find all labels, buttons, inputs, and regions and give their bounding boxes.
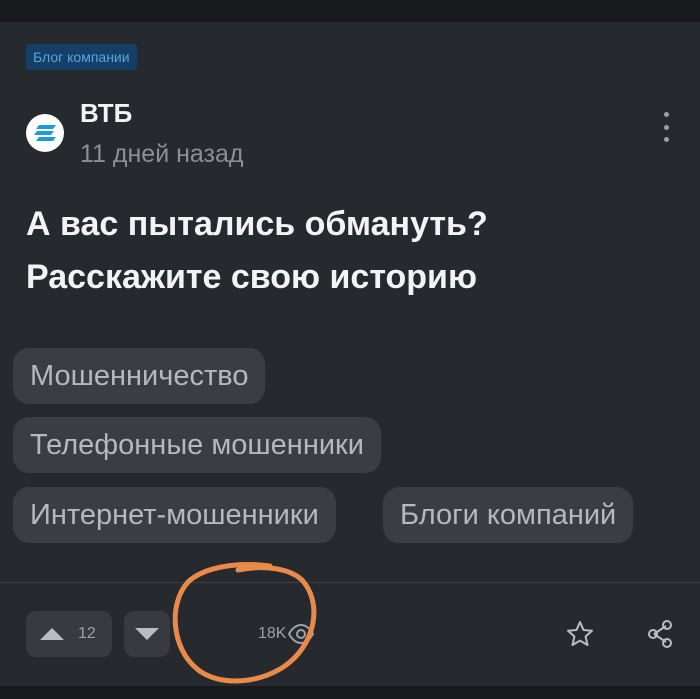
more-vertical-icon	[663, 112, 669, 117]
post-time: 11 дней назад	[80, 140, 244, 168]
star-icon	[567, 621, 593, 646]
save-button[interactable]	[564, 618, 596, 650]
views-counter: 18K	[258, 622, 315, 646]
upvote-count: 12	[78, 625, 96, 642]
share-button[interactable]	[644, 618, 676, 650]
triangle-down-icon	[135, 628, 159, 640]
company-blog-badge[interactable]: Блог компании	[26, 44, 137, 70]
bottom-bar	[0, 686, 700, 699]
more-options-button[interactable]	[652, 112, 680, 142]
more-dot	[663, 137, 669, 142]
upvote-button[interactable]: 12	[26, 611, 112, 657]
share-icon	[648, 620, 672, 648]
downvote-button[interactable]	[124, 611, 170, 657]
eye-icon	[288, 624, 315, 644]
vtb-logo-icon	[34, 125, 56, 141]
tag-company-blogs[interactable]: Блоги компаний	[383, 487, 634, 543]
more-dot	[663, 124, 669, 130]
tag-internet-scammers[interactable]: Интернет-мошенники	[13, 487, 336, 543]
post-title-line-2: Расскажите свою историю	[26, 258, 477, 296]
tag-fraud[interactable]: Мошенничество	[13, 348, 266, 404]
top-bar	[0, 0, 700, 22]
post-title-line-1: А вас пытались обмануть?	[26, 205, 488, 243]
tag-phone-scammers[interactable]: Телефонные мошенники	[13, 417, 381, 473]
post-title[interactable]: А вас пытались обмануть? Расскажите свою…	[26, 198, 676, 304]
triangle-up-icon	[40, 628, 64, 640]
views-count: 18K	[258, 625, 287, 642]
author-avatar[interactable]	[26, 114, 64, 152]
footer-divider	[0, 582, 700, 583]
author-name[interactable]: ВТБ	[80, 98, 132, 129]
